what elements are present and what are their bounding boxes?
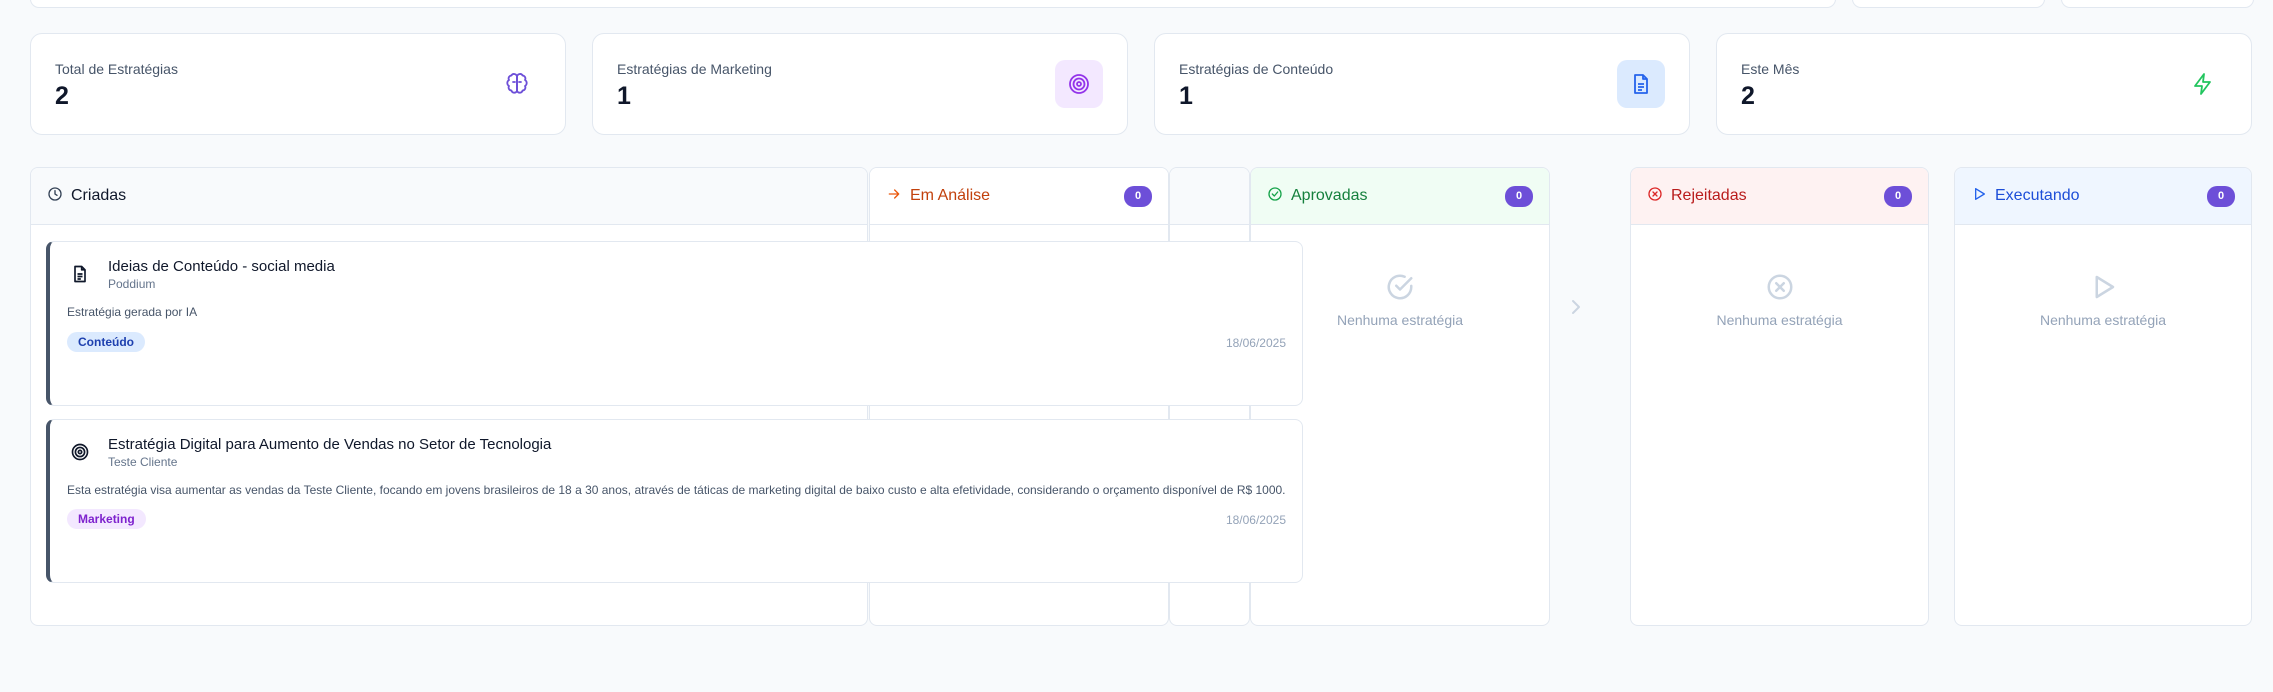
empty-text: Nenhuma estratégia [1716, 312, 1843, 328]
top-panel-button[interactable] [2061, 0, 2254, 8]
column-title: Rejeitadas [1671, 187, 1747, 204]
card-client: Poddium [108, 277, 156, 291]
count-badge: 0 [1505, 185, 1533, 207]
stat-value: 2 [55, 82, 69, 110]
card-title: Ideias de Conteúdo - social media [108, 258, 335, 275]
stat-card-este-mes: Este Mês 2 [1716, 33, 2252, 135]
column-header: Criadas [31, 168, 867, 225]
count-badge: 0 [2207, 185, 2235, 207]
count-badge: 0 [1124, 185, 1152, 207]
top-panel [30, 0, 1836, 8]
column-title: Aprovadas [1291, 187, 1368, 204]
document-icon [70, 264, 90, 289]
stat-label: Estratégias de Conteúdo [1179, 61, 1334, 77]
play-icon [1955, 272, 2251, 302]
count-badge: 0 [1884, 185, 1912, 207]
stat-value: 2 [1741, 82, 1755, 110]
stat-label: Total de Estratégias [55, 61, 178, 77]
column-header [1170, 168, 1249, 225]
strategy-card[interactable]: Estratégia Digital para Aumento de Venda… [46, 419, 1303, 583]
chevron-right-icon[interactable] [1568, 297, 1584, 322]
target-icon [70, 442, 90, 467]
stat-value: 1 [1179, 82, 1193, 110]
tag-badge: Conteúdo [67, 332, 145, 352]
top-panel-button[interactable] [1852, 0, 2045, 8]
card-description: Esta estratégia visa aumentar as vendas … [67, 483, 1286, 497]
column-rejeitadas: Rejeitadas 0 Nenhuma estratégia [1630, 167, 1929, 626]
play-icon [1971, 186, 1987, 207]
stat-label: Estratégias de Marketing [617, 61, 772, 77]
check-circle-icon [1267, 186, 1283, 207]
stat-card-total: Total de Estratégias 2 [30, 33, 566, 135]
column-title: Executando [1995, 187, 2080, 204]
card-client: Teste Cliente [108, 455, 178, 469]
stat-label: Este Mês [1741, 61, 1800, 77]
clock-icon [47, 186, 63, 207]
column-header: Em Análise 0 [870, 168, 1168, 225]
column-header: Rejeitadas 0 [1631, 168, 1928, 225]
card-date: 18/06/2025 [1225, 336, 1286, 350]
x-circle-icon [1631, 272, 1928, 302]
column-header: Aprovadas 0 [1251, 168, 1549, 225]
stat-card-conteudo: Estratégias de Conteúdo 1 [1154, 33, 1690, 135]
document-icon [1617, 60, 1665, 108]
target-icon [1055, 60, 1103, 108]
zap-icon [2179, 60, 2227, 108]
brain-icon [493, 60, 541, 108]
card-description: Estratégia gerada por IA [67, 305, 198, 319]
column-title: Em Análise [910, 187, 991, 204]
arrow-right-icon [886, 186, 902, 207]
tag-badge: Marketing [67, 509, 146, 529]
card-title: Estratégia Digital para Aumento de Venda… [108, 436, 552, 453]
empty-state: Nenhuma estratégia [1631, 272, 1928, 328]
stat-value: 1 [617, 82, 631, 110]
column-header: Executando 0 [1955, 168, 2251, 225]
x-circle-icon [1647, 186, 1663, 207]
stat-card-marketing: Estratégias de Marketing 1 [592, 33, 1128, 135]
empty-state: Nenhuma estratégia [1955, 272, 2251, 328]
strategy-card[interactable]: Ideias de Conteúdo - social media Poddiu… [46, 241, 1303, 406]
column-executando: Executando 0 Nenhuma estratégia [1954, 167, 2252, 626]
column-title: Criadas [71, 187, 127, 204]
card-date: 18/06/2025 [1225, 513, 1286, 527]
empty-text: Nenhuma estratégia [2039, 312, 2167, 328]
